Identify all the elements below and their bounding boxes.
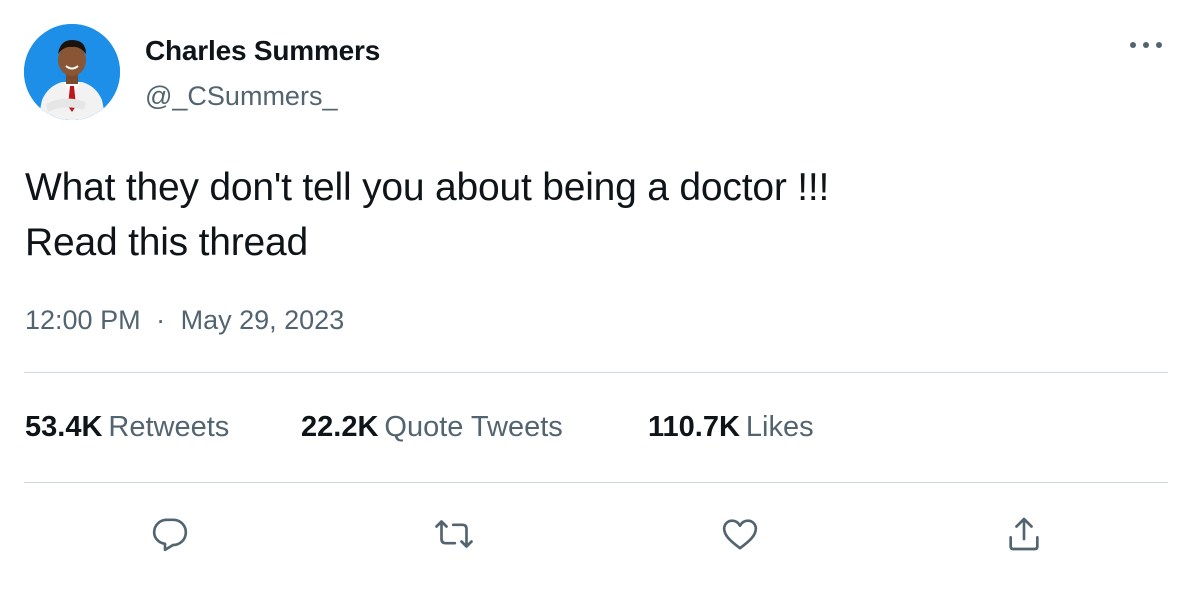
quote-tweets-count: 22.2K bbox=[301, 411, 379, 443]
tweet-text: What they don't tell you about being a d… bbox=[25, 160, 1165, 270]
likes-label: Likes bbox=[745, 411, 814, 443]
reply-button[interactable] bbox=[146, 510, 194, 558]
likes-stat[interactable]: 110.7K Likes bbox=[648, 411, 814, 444]
retweet-icon bbox=[435, 520, 473, 548]
share-icon bbox=[1009, 517, 1039, 551]
user-handle[interactable]: @_CSummers_ bbox=[145, 81, 337, 112]
tweet-text-line: Read this thread bbox=[25, 221, 308, 264]
tweet-time[interactable]: 12:00 PM bbox=[25, 305, 141, 335]
avatar-image bbox=[24, 24, 120, 120]
retweets-stat[interactable]: 53.4K Retweets bbox=[25, 411, 301, 444]
tweet-stats: 53.4K Retweets 22.2K Quote Tweets 110.7K Li… bbox=[25, 411, 814, 444]
divider bbox=[24, 482, 1168, 483]
reply-icon bbox=[152, 518, 188, 552]
likes-count: 110.7K bbox=[648, 411, 740, 443]
retweets-count: 53.4K bbox=[25, 411, 103, 443]
quote-tweets-label: Quote Tweets bbox=[384, 411, 563, 443]
tweet-text-line: What they don't tell you about being a d… bbox=[25, 166, 830, 209]
tweet-date[interactable]: May 29, 2023 bbox=[181, 305, 345, 335]
more-icon bbox=[1130, 42, 1162, 48]
avatar[interactable] bbox=[24, 24, 120, 120]
like-button[interactable] bbox=[716, 510, 764, 558]
tweet-detail: Charles Summers @_CSummers_ What they do… bbox=[0, 0, 1192, 604]
quote-tweets-stat[interactable]: 22.2K Quote Tweets bbox=[301, 411, 648, 444]
tweet-timestamp: 12:00 PM · May 29, 2023 bbox=[25, 305, 344, 336]
share-button[interactable] bbox=[1000, 510, 1048, 558]
retweet-button[interactable] bbox=[430, 510, 478, 558]
divider bbox=[24, 372, 1168, 373]
timestamp-separator: · bbox=[156, 305, 166, 335]
display-name[interactable]: Charles Summers bbox=[145, 35, 380, 67]
retweets-label: Retweets bbox=[108, 411, 230, 443]
heart-icon bbox=[722, 519, 758, 550]
more-options-button[interactable] bbox=[1124, 30, 1168, 60]
